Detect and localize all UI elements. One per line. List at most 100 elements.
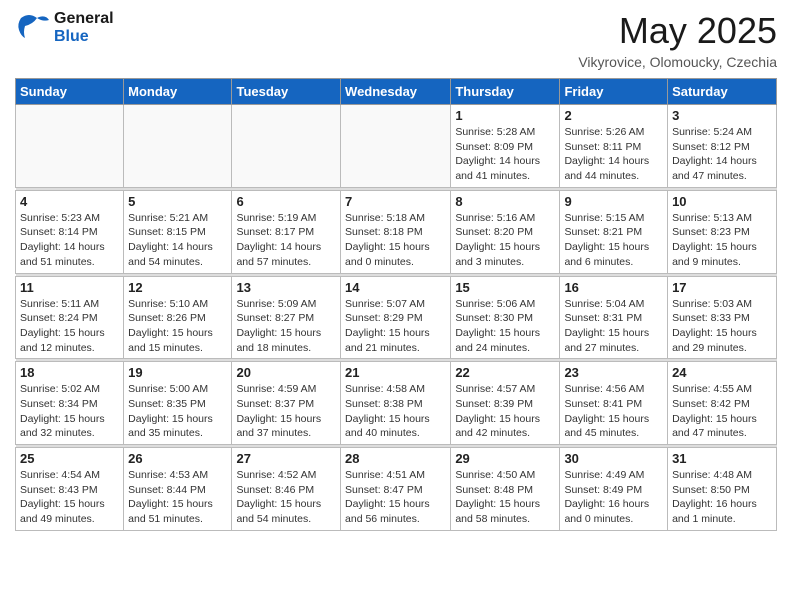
calendar-cell: 21 Sunrise: 4:58 AM Sunset: 8:38 PM Dayli… [341, 362, 451, 445]
day-number: 1 [455, 108, 555, 123]
calendar-cell: 22 Sunrise: 4:57 AM Sunset: 8:39 PM Dayli… [451, 362, 560, 445]
calendar-cell: 25 Sunrise: 4:54 AM Sunset: 8:43 PM Dayli… [16, 448, 124, 531]
calendar-cell: 3 Sunrise: 5:24 AM Sunset: 8:12 PM Daylig… [668, 105, 777, 188]
day-number: 23 [564, 365, 663, 380]
calendar-cell: 6Sunrise: 5:19 AM Sunset: 8:17 PM Daylig… [232, 190, 341, 273]
day-info: Sunrise: 4:57 AM Sunset: 8:39 PM Dayligh… [455, 382, 555, 441]
calendar-cell: 4 Sunrise: 5:23 AM Sunset: 8:14 PM Daylig… [16, 190, 124, 273]
calendar-week-row: 25 Sunrise: 4:54 AM Sunset: 8:43 PM Dayli… [16, 448, 777, 531]
calendar-cell: 30 Sunrise: 4:49 AM Sunset: 8:49 PM Dayli… [560, 448, 668, 531]
day-info: Sunrise: 5:09 AM Sunset: 8:27 PM Dayligh… [236, 297, 336, 356]
day-info: Sunrise: 4:50 AM Sunset: 8:48 PM Dayligh… [455, 468, 555, 527]
calendar-cell: 13 Sunrise: 5:09 AM Sunset: 8:27 PM Dayli… [232, 276, 341, 359]
calendar-cell [232, 105, 341, 188]
weekday-header-wednesday: Wednesday [341, 79, 451, 105]
calendar-cell: 2Sunrise: 5:26 AM Sunset: 8:11 PM Daylig… [560, 105, 668, 188]
calendar-cell: 26 Sunrise: 4:53 AM Sunset: 8:44 PM Dayli… [124, 448, 232, 531]
day-info: Sunrise: 5:18 AM Sunset: 8:18 PM Dayligh… [345, 211, 446, 270]
calendar-cell: 19 Sunrise: 5:00 AM Sunset: 8:35 PM Dayli… [124, 362, 232, 445]
day-info: Sunrise: 4:56 AM Sunset: 8:41 PM Dayligh… [564, 382, 663, 441]
day-number: 8 [455, 194, 555, 209]
day-info: Sunrise: 5:28 AM Sunset: 8:09 PM Dayligh… [455, 125, 555, 184]
day-info: Sunrise: 5:19 AM Sunset: 8:17 PM Dayligh… [236, 211, 336, 270]
day-info: Sunrise: 5:02 AM Sunset: 8:34 PM Dayligh… [20, 382, 119, 441]
weekday-header-sunday: Sunday [16, 79, 124, 105]
day-number: 26 [128, 451, 227, 466]
day-info: Sunrise: 5:13 AM Sunset: 8:23 PM Dayligh… [672, 211, 772, 270]
day-number: 11 [20, 280, 119, 295]
day-number: 31 [672, 451, 772, 466]
calendar-cell: 7Sunrise: 5:18 AM Sunset: 8:18 PM Daylig… [341, 190, 451, 273]
day-info: Sunrise: 4:59 AM Sunset: 8:37 PM Dayligh… [236, 382, 336, 441]
calendar-table: SundayMondayTuesdayWednesdayThursdayFrid… [15, 78, 777, 531]
calendar-cell: 5 Sunrise: 5:21 AM Sunset: 8:15 PM Daylig… [124, 190, 232, 273]
calendar-cell: 18 Sunrise: 5:02 AM Sunset: 8:34 PM Dayli… [16, 362, 124, 445]
day-number: 24 [672, 365, 772, 380]
day-info: Sunrise: 4:58 AM Sunset: 8:38 PM Dayligh… [345, 382, 446, 441]
day-number: 27 [236, 451, 336, 466]
calendar-cell: 28Sunrise: 4:51 AM Sunset: 8:47 PM Dayli… [341, 448, 451, 531]
logo: General Blue [15, 10, 114, 46]
day-info: Sunrise: 5:10 AM Sunset: 8:26 PM Dayligh… [128, 297, 227, 356]
day-info: Sunrise: 5:11 AM Sunset: 8:24 PM Dayligh… [20, 297, 119, 356]
day-number: 5 [128, 194, 227, 209]
day-info: Sunrise: 5:21 AM Sunset: 8:15 PM Dayligh… [128, 211, 227, 270]
day-info: Sunrise: 5:24 AM Sunset: 8:12 PM Dayligh… [672, 125, 772, 184]
day-info: Sunrise: 4:52 AM Sunset: 8:46 PM Dayligh… [236, 468, 336, 527]
calendar-week-row: 11 Sunrise: 5:11 AM Sunset: 8:24 PM Dayli… [16, 276, 777, 359]
day-info: Sunrise: 5:00 AM Sunset: 8:35 PM Dayligh… [128, 382, 227, 441]
calendar-cell: 14 Sunrise: 5:07 AM Sunset: 8:29 PM Dayli… [341, 276, 451, 359]
day-info: Sunrise: 5:06 AM Sunset: 8:30 PM Dayligh… [455, 297, 555, 356]
calendar-cell: 10 Sunrise: 5:13 AM Sunset: 8:23 PM Dayli… [668, 190, 777, 273]
day-number: 3 [672, 108, 772, 123]
calendar-cell: 20Sunrise: 4:59 AM Sunset: 8:37 PM Dayli… [232, 362, 341, 445]
calendar-cell: 1 Sunrise: 5:28 AM Sunset: 8:09 PM Daylig… [451, 105, 560, 188]
calendar-cell: 9 Sunrise: 5:15 AM Sunset: 8:21 PM Daylig… [560, 190, 668, 273]
day-number: 29 [455, 451, 555, 466]
weekday-header-row: SundayMondayTuesdayWednesdayThursdayFrid… [16, 79, 777, 105]
day-number: 10 [672, 194, 772, 209]
calendar-cell: 16Sunrise: 5:04 AM Sunset: 8:31 PM Dayli… [560, 276, 668, 359]
day-info: Sunrise: 5:23 AM Sunset: 8:14 PM Dayligh… [20, 211, 119, 270]
day-number: 2 [564, 108, 663, 123]
day-number: 13 [236, 280, 336, 295]
calendar-cell: 31Sunrise: 4:48 AM Sunset: 8:50 PM Dayli… [668, 448, 777, 531]
weekday-header-friday: Friday [560, 79, 668, 105]
day-number: 28 [345, 451, 446, 466]
day-number: 14 [345, 280, 446, 295]
calendar-cell: 27 Sunrise: 4:52 AM Sunset: 8:46 PM Dayli… [232, 448, 341, 531]
calendar-cell: 8Sunrise: 5:16 AM Sunset: 8:20 PM Daylig… [451, 190, 560, 273]
calendar-cell [341, 105, 451, 188]
weekday-header-saturday: Saturday [668, 79, 777, 105]
day-number: 25 [20, 451, 119, 466]
day-number: 15 [455, 280, 555, 295]
day-number: 17 [672, 280, 772, 295]
weekday-header-thursday: Thursday [451, 79, 560, 105]
day-info: Sunrise: 4:53 AM Sunset: 8:44 PM Dayligh… [128, 468, 227, 527]
calendar-cell [16, 105, 124, 188]
location: Vikyrovice, Olomoucky, Czechia [578, 54, 777, 70]
calendar-cell [124, 105, 232, 188]
calendar-week-row: 4 Sunrise: 5:23 AM Sunset: 8:14 PM Daylig… [16, 190, 777, 273]
calendar-cell: 23 Sunrise: 4:56 AM Sunset: 8:41 PM Dayli… [560, 362, 668, 445]
calendar-cell: 29 Sunrise: 4:50 AM Sunset: 8:48 PM Dayli… [451, 448, 560, 531]
day-info: Sunrise: 4:54 AM Sunset: 8:43 PM Dayligh… [20, 468, 119, 527]
day-number: 12 [128, 280, 227, 295]
day-info: Sunrise: 5:15 AM Sunset: 8:21 PM Dayligh… [564, 211, 663, 270]
calendar-cell: 24Sunrise: 4:55 AM Sunset: 8:42 PM Dayli… [668, 362, 777, 445]
day-info: Sunrise: 5:07 AM Sunset: 8:29 PM Dayligh… [345, 297, 446, 356]
day-number: 18 [20, 365, 119, 380]
day-number: 30 [564, 451, 663, 466]
calendar-cell: 11 Sunrise: 5:11 AM Sunset: 8:24 PM Dayli… [16, 276, 124, 359]
day-number: 9 [564, 194, 663, 209]
day-number: 4 [20, 194, 119, 209]
day-number: 19 [128, 365, 227, 380]
day-number: 21 [345, 365, 446, 380]
month-title: May 2025 [578, 10, 777, 52]
logo-bird-icon [15, 10, 51, 46]
calendar-week-row: 18 Sunrise: 5:02 AM Sunset: 8:34 PM Dayli… [16, 362, 777, 445]
day-info: Sunrise: 4:49 AM Sunset: 8:49 PM Dayligh… [564, 468, 663, 527]
day-number: 22 [455, 365, 555, 380]
logo-blue: Blue [54, 28, 114, 46]
calendar-week-row: 1 Sunrise: 5:28 AM Sunset: 8:09 PM Daylig… [16, 105, 777, 188]
